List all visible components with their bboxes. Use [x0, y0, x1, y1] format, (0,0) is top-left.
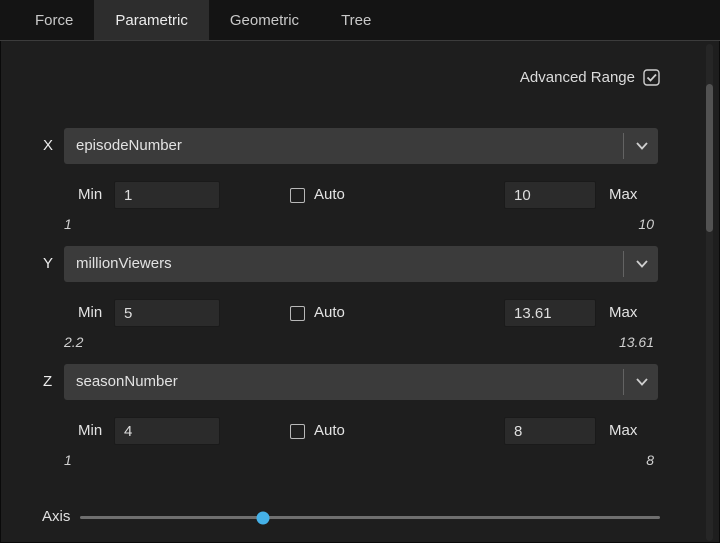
axis-x-label: X	[43, 137, 53, 154]
axis-x-auto-checkbox[interactable]	[290, 188, 305, 203]
axis-z-field-dropdown[interactable]: seasonNumber	[64, 364, 658, 400]
axis-x-lower-bound: 1	[64, 216, 72, 232]
axis-y-auto-checkbox[interactable]	[290, 306, 305, 321]
auto-label: Auto	[314, 304, 345, 321]
axis-x-minmax-row: Min Auto Max	[0, 181, 720, 209]
axis-y-field-value: millionViewers	[76, 255, 172, 272]
axis-x-field-dropdown[interactable]: episodeNumber	[64, 128, 658, 164]
advanced-range-label: Advanced Range	[520, 69, 635, 86]
chevron-down-icon[interactable]	[636, 142, 648, 150]
axis-x-bounds: 1 10	[64, 216, 654, 232]
axis-y-field-dropdown[interactable]: millionViewers	[64, 246, 658, 282]
max-label: Max	[609, 304, 637, 321]
dropdown-separator	[623, 369, 624, 395]
axis-y-min-input[interactable]	[114, 299, 220, 327]
axis-z-min-input[interactable]	[114, 417, 220, 445]
tab-geometric[interactable]: Geometric	[209, 0, 320, 40]
min-label: Min	[78, 304, 102, 321]
axis-slider-label: Axis	[42, 508, 70, 525]
axis-x-upper-bound: 10	[638, 216, 654, 232]
axis-z-auto-checkbox[interactable]	[290, 424, 305, 439]
axis-y-lower-bound: 2.2	[64, 334, 83, 350]
tab-tree[interactable]: Tree	[320, 0, 392, 40]
axis-z-label: Z	[43, 373, 52, 390]
auto-label: Auto	[314, 186, 345, 203]
axis-y-bounds: 2.2 13.61	[64, 334, 654, 350]
axis-x-max-input[interactable]	[504, 181, 596, 209]
axis-slider-track[interactable]	[80, 516, 660, 519]
axis-section-z: Z seasonNumber Min Auto Max 1 8	[0, 364, 720, 474]
axis-y-upper-bound: 13.61	[619, 334, 654, 350]
axis-slider-row: Axis	[0, 503, 720, 529]
axis-section-y: Y millionViewers Min Auto Max 2.2 13.61	[0, 246, 720, 356]
axis-z-upper-bound: 8	[646, 452, 654, 468]
chevron-down-icon[interactable]	[636, 378, 648, 386]
max-label: Max	[609, 186, 637, 203]
axis-z-minmax-row: Min Auto Max	[0, 417, 720, 445]
axis-z-lower-bound: 1	[64, 452, 72, 468]
auto-label: Auto	[314, 422, 345, 439]
advanced-range-row: Advanced Range	[0, 66, 660, 88]
axis-z-max-input[interactable]	[504, 417, 596, 445]
axis-x-field-value: episodeNumber	[76, 137, 182, 154]
axis-z-field-value: seasonNumber	[76, 373, 178, 390]
max-label: Max	[609, 422, 637, 439]
tab-bar: Force Parametric Geometric Tree	[0, 0, 720, 41]
axis-y-max-input[interactable]	[504, 299, 596, 327]
dropdown-separator	[623, 251, 624, 277]
advanced-range-checkbox-icon[interactable]	[643, 69, 660, 86]
parametric-panel: Force Parametric Geometric Tree Advanced…	[0, 0, 720, 543]
min-label: Min	[78, 186, 102, 203]
axis-section-x: X episodeNumber Min Auto Max 1 10	[0, 128, 720, 238]
min-label: Min	[78, 422, 102, 439]
tab-force[interactable]: Force	[14, 0, 94, 40]
axis-slider-handle[interactable]	[256, 511, 269, 524]
axis-x-min-input[interactable]	[114, 181, 220, 209]
axis-y-minmax-row: Min Auto Max	[0, 299, 720, 327]
dropdown-separator	[623, 133, 624, 159]
chevron-down-icon[interactable]	[636, 260, 648, 268]
axis-y-label: Y	[43, 255, 53, 272]
tab-parametric[interactable]: Parametric	[94, 0, 209, 40]
axis-z-bounds: 1 8	[64, 452, 654, 468]
